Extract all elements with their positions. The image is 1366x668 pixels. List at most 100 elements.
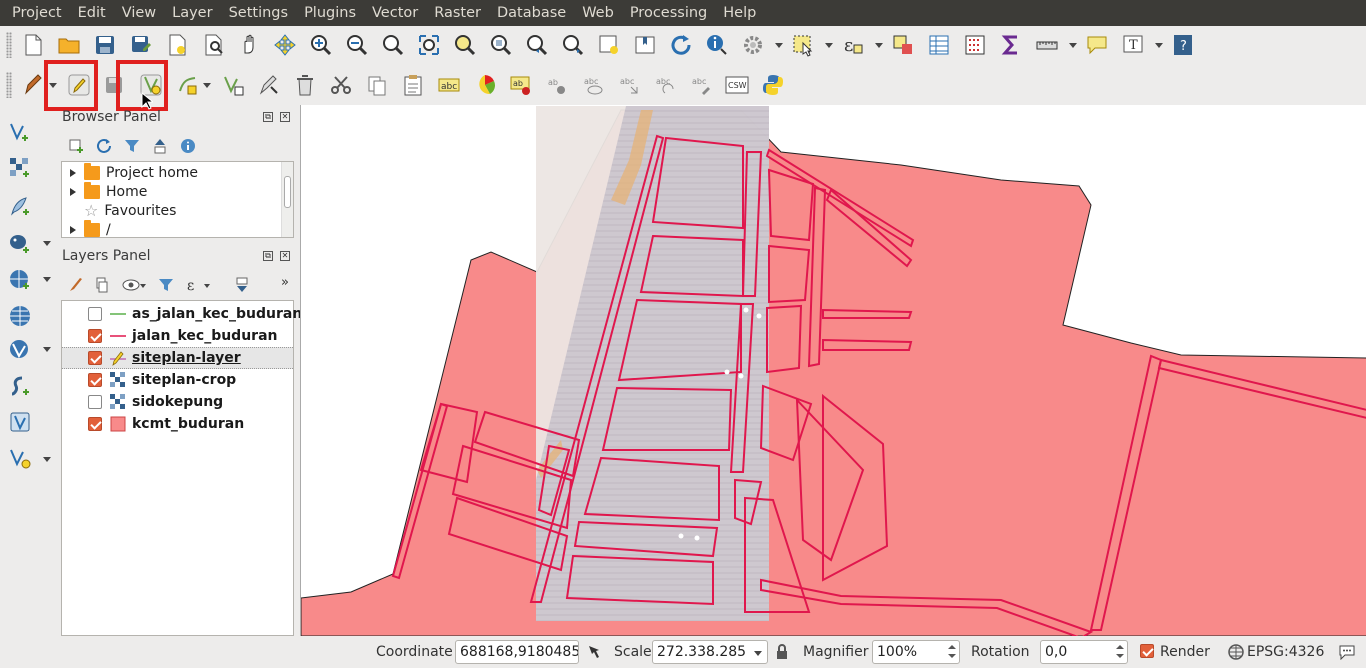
expand-arrow-icon[interactable] — [70, 225, 76, 234]
map-tips-icon[interactable] — [1082, 30, 1112, 60]
tree-item-home[interactable]: Home — [62, 181, 147, 201]
zoom-to-selection-icon[interactable] — [450, 30, 480, 60]
select-features-icon[interactable] — [788, 30, 818, 60]
new-project-icon[interactable] — [18, 30, 48, 60]
action-gear-icon[interactable] — [738, 30, 768, 60]
pan-map-icon[interactable] — [234, 30, 264, 60]
zoom-in-icon[interactable] — [306, 30, 336, 60]
menu-web[interactable]: Web — [574, 0, 622, 26]
composer-manager-icon[interactable] — [198, 30, 228, 60]
new-map-view-icon[interactable] — [594, 30, 624, 60]
zoom-last-icon[interactable] — [522, 30, 552, 60]
add-mssql-icon[interactable] — [6, 408, 34, 436]
expand-arrow-icon[interactable] — [70, 187, 76, 196]
python-console-icon[interactable] — [758, 70, 788, 100]
visibility-eye-icon[interactable] — [122, 277, 140, 293]
layers-float-button[interactable]: ⧉ — [263, 251, 273, 261]
wms-dropdown[interactable] — [42, 274, 52, 284]
new-shapefile-icon[interactable] — [6, 444, 34, 472]
add-vector-layer-icon[interactable] — [6, 118, 34, 146]
filter-legend-icon[interactable] — [158, 277, 174, 293]
render-checkbox[interactable] — [1140, 644, 1154, 658]
lock-icon[interactable] — [775, 644, 789, 660]
layer-visibility-checkbox[interactable] — [88, 395, 102, 409]
menu-layer[interactable]: Layer — [164, 0, 220, 26]
tree-item-root[interactable]: / — [62, 219, 111, 237]
layer-visibility-checkbox[interactable] — [88, 351, 102, 365]
layers-close-button[interactable]: ✕ — [280, 251, 290, 261]
rotation-spinner[interactable] — [1113, 640, 1127, 664]
toolbar-grip[interactable] — [6, 72, 12, 98]
layer-row-jalan[interactable]: jalan_kec_buduran — [62, 325, 293, 347]
info-icon[interactable] — [180, 138, 196, 154]
menu-help[interactable]: Help — [715, 0, 764, 26]
help-icon[interactable]: ? — [1168, 30, 1198, 60]
field-calculator-icon[interactable] — [960, 30, 990, 60]
save-project-icon[interactable] — [90, 30, 120, 60]
visibility-dropdown-arrow[interactable] — [140, 284, 146, 288]
measure-dropdown[interactable] — [1068, 30, 1078, 60]
expression-dropdown[interactable] — [874, 30, 884, 60]
layer-row-siteplan-crop[interactable]: siteplan-crop — [62, 369, 293, 391]
menu-edit[interactable]: Edit — [70, 0, 114, 26]
layer-visibility-checkbox[interactable] — [88, 329, 102, 343]
node-dropdown[interactable] — [202, 70, 212, 100]
browser-scrollbar[interactable] — [281, 162, 293, 237]
action-dropdown[interactable] — [774, 30, 784, 60]
refresh-browser-icon[interactable] — [96, 138, 112, 154]
mouse-toggle-icon[interactable] — [585, 644, 601, 660]
layer-row-as-jalan[interactable]: as_jalan_kec_buduran — [62, 303, 302, 325]
annotation-dropdown[interactable] — [1154, 30, 1164, 60]
add-raster-layer-icon[interactable] — [6, 154, 34, 182]
expand-all-icon[interactable] — [234, 277, 250, 293]
add-selected-icon[interactable] — [68, 138, 84, 154]
magnifier-spinner[interactable] — [945, 640, 959, 664]
save-as-icon[interactable] — [126, 30, 156, 60]
zoom-full-icon[interactable] — [414, 30, 444, 60]
layer-style-icon[interactable] — [68, 277, 84, 293]
scale-field[interactable]: 272.338.285 — [652, 640, 768, 664]
collapse-all-icon[interactable] — [152, 138, 168, 154]
label-rotate-icon[interactable]: abc — [650, 70, 680, 100]
menu-processing[interactable]: Processing — [622, 0, 715, 26]
filter-expression-icon[interactable]: ε — [186, 277, 202, 293]
filter-browser-icon[interactable] — [124, 138, 140, 154]
map-canvas[interactable] — [300, 105, 1366, 636]
deselect-all-icon[interactable] — [888, 30, 918, 60]
scale-dropdown-arrow[interactable] — [754, 651, 762, 656]
zoom-next-icon[interactable] — [558, 30, 588, 60]
refresh-icon[interactable] — [666, 30, 696, 60]
diagram-pie-icon[interactable] — [470, 70, 500, 100]
delete-selected-icon[interactable] — [290, 70, 320, 100]
zoom-out-icon[interactable] — [342, 30, 372, 60]
tree-item-favourites[interactable]: ☆ Favourites — [62, 201, 176, 220]
select-dropdown[interactable] — [824, 30, 834, 60]
attribute-table-icon[interactable] — [924, 30, 954, 60]
new-layer-dropdown[interactable] — [42, 454, 52, 464]
label-change-icon[interactable]: abc — [686, 70, 716, 100]
coordinate-field[interactable]: 688168,9180485 — [455, 640, 579, 664]
layer-row-sidokepung[interactable]: sidokepung — [62, 391, 293, 413]
label-show-icon[interactable]: abc — [578, 70, 608, 100]
move-feature-icon[interactable] — [218, 70, 248, 100]
add-wfs-icon[interactable] — [6, 336, 34, 364]
more-chevron-icon[interactable]: » — [281, 275, 289, 290]
menu-database[interactable]: Database — [489, 0, 574, 26]
label-move2-icon[interactable]: abc — [614, 70, 644, 100]
menu-vector[interactable]: Vector — [364, 0, 426, 26]
csw-icon[interactable]: CSW — [722, 70, 752, 100]
select-by-expression-icon[interactable]: ε — [838, 30, 868, 60]
tree-item-project-home[interactable]: Project home — [62, 162, 198, 182]
node-tool-pencil-icon[interactable] — [254, 70, 284, 100]
node-tool-icon[interactable] — [172, 70, 202, 100]
browser-close-button[interactable]: ✕ — [280, 112, 290, 122]
postgis-dropdown[interactable] — [42, 238, 52, 248]
kcmt-polygon[interactable] — [301, 109, 1366, 636]
expand-arrow-icon[interactable] — [70, 168, 76, 177]
toolbar-grip[interactable] — [6, 32, 12, 58]
messages-icon[interactable] — [1338, 644, 1356, 660]
scrollbar-thumb[interactable] — [284, 176, 291, 208]
pan-to-selection-icon[interactable] — [270, 30, 300, 60]
wfs-dropdown[interactable] — [42, 344, 52, 354]
copy-features-icon[interactable] — [362, 70, 392, 100]
